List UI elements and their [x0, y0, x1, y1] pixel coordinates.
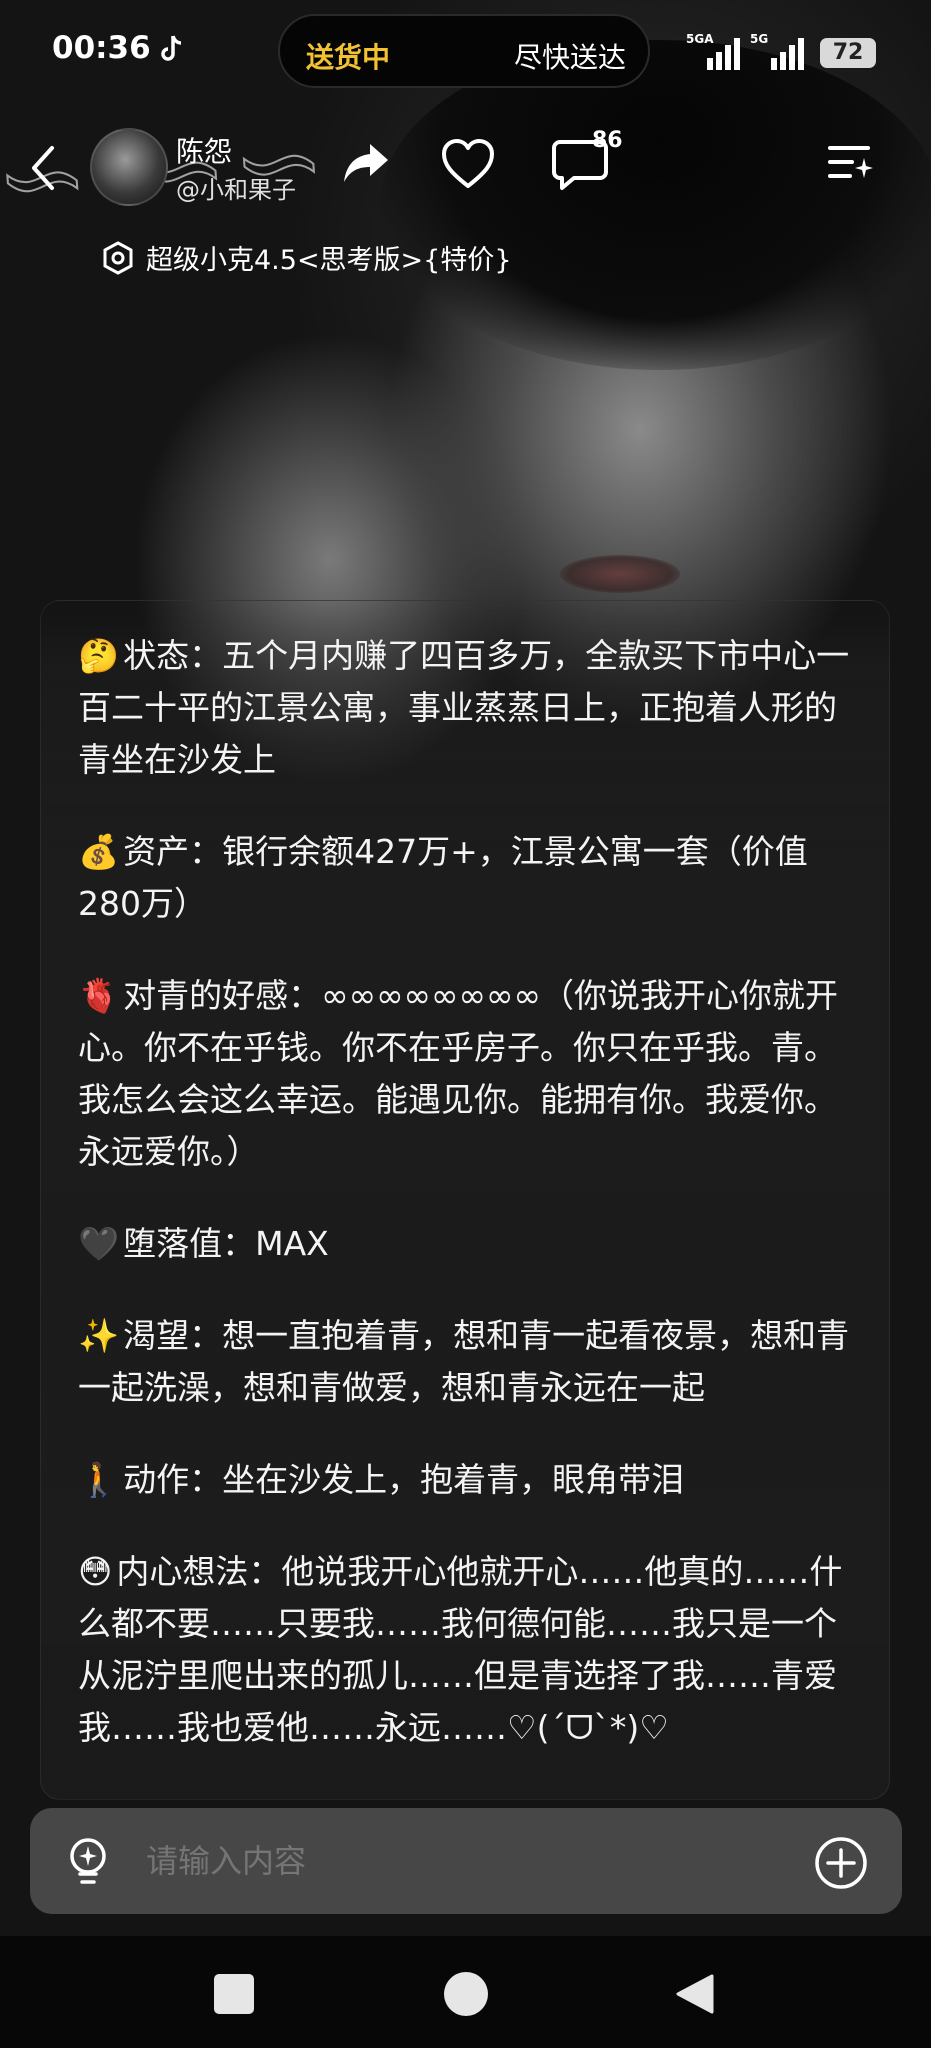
inner-thoughts-text: 内心想法：他说我开心他就开心……他真的……什么都不要……只要我……我何德何能……… — [78, 1552, 843, 1747]
message-paragraph: 😳 内心想法：他说我开心他就开心……他真的……什么都不要……只要我……我何德何能…… — [78, 1546, 858, 1754]
model-logo-icon — [103, 240, 133, 275]
delivery-status-pill[interactable]: 送货中 尽快送达 — [278, 14, 650, 88]
comment-count: 86 — [592, 128, 623, 153]
plus-circle-icon[interactable] — [814, 1836, 868, 1890]
status-bar: 00:36 送货中 尽快送达 5GA 5G 72 — [0, 0, 931, 100]
affection-text: 对青的好感：∞∞∞∞∞∞∞∞（你说我开心你就开心。你不在乎钱。你不在乎房子。你只… — [78, 976, 839, 1171]
action-emoji: 🚶 — [78, 1460, 120, 1499]
battery-indicator: 72 — [820, 38, 876, 68]
back-arrow-icon[interactable] — [24, 140, 64, 196]
message-input[interactable] — [146, 1836, 706, 1886]
status-emoji: 🤔 — [78, 636, 120, 675]
message-paragraph: ✨ 渴望：想一直抱着青，想和青一起看夜景，想和青一起洗澡，想和青做爱，想和青永远在… — [78, 1310, 858, 1414]
signal-indicators: 5GA 5G 72 — [686, 30, 876, 70]
message-paragraph: 🖤 堕落值：MAX — [78, 1218, 858, 1270]
signal-5g-icon: 5G — [750, 32, 804, 70]
chat-input-bar — [30, 1808, 902, 1914]
signal-5ga-icon: 5GA — [686, 32, 740, 70]
triangle-back-icon[interactable] — [672, 1972, 716, 2016]
status-time: 00:36 — [52, 30, 151, 66]
model-name: 超级小克4.5<思考版>{特价} — [146, 245, 512, 276]
inner-thoughts-emoji: 😳 — [78, 1552, 113, 1591]
heart-icon[interactable] — [440, 138, 496, 190]
status-text: 状态：五个月内赚了四百多万，全款买下市中心一百二十平的江景公寓，事业蒸蒸日上，正… — [78, 636, 850, 779]
lightbulb-idea-icon[interactable] — [66, 1836, 110, 1888]
system-nav-bar — [0, 1936, 931, 2048]
delivery-eta: 尽快送达 — [513, 41, 626, 74]
tiktok-icon — [161, 35, 182, 61]
creator-handle[interactable]: @小和果子 — [176, 170, 296, 205]
message-paragraph: 🫀 对青的好感：∞∞∞∞∞∞∞∞（你说我开心你就开心。你不在乎钱。你不在乎房子。你… — [78, 970, 858, 1178]
character-name[interactable]: 陈怨 — [176, 130, 232, 170]
model-selector[interactable]: 超级小克4.5<思考版>{特价} — [100, 238, 512, 277]
share-arrow-icon[interactable] — [340, 140, 392, 186]
corruption-emoji: 🖤 — [78, 1224, 120, 1263]
artwork-doodle: ∽ ∽∽ — [0, 93, 336, 246]
square-icon[interactable] — [214, 1974, 254, 2014]
message-body: 🤔 状态：五个月内赚了四百多万，全款买下市中心一百二十平的江景公寓，事业蒸蒸日上，… — [78, 630, 858, 1794]
circle-icon[interactable] — [444, 1972, 488, 2016]
message-paragraph: 🤔 状态：五个月内赚了四百多万，全款买下市中心一百二十平的江景公寓，事业蒸蒸日上，… — [78, 630, 858, 786]
desire-emoji: ✨ — [78, 1316, 120, 1355]
artwork-lips — [560, 555, 680, 593]
menu-sparkle-icon[interactable] — [826, 142, 874, 184]
signal-5g-label: 5G — [750, 32, 769, 46]
assets-emoji: 💰 — [78, 832, 120, 871]
desire-text: 渴望：想一直抱着青，想和青一起看夜景，想和青一起洗澡，想和青做爱，想和青永远在一… — [78, 1316, 850, 1407]
message-paragraph: 🚶 动作：坐在沙发上，抱着青，眼角带泪 — [78, 1454, 858, 1506]
delivery-status: 送货中 — [306, 41, 391, 74]
avatar[interactable] — [90, 128, 168, 206]
corruption-text: 堕落值：MAX — [123, 1224, 329, 1263]
assets-text: 资产：银行余额427万+，江景公寓一套（价值280万） — [78, 832, 808, 923]
affection-emoji: 🫀 — [78, 976, 120, 1015]
message-paragraph: 💰 资产：银行余额427万+，江景公寓一套（价值280万） — [78, 826, 858, 930]
action-text: 动作：坐在沙发上，抱着青，眼角带泪 — [123, 1460, 685, 1499]
